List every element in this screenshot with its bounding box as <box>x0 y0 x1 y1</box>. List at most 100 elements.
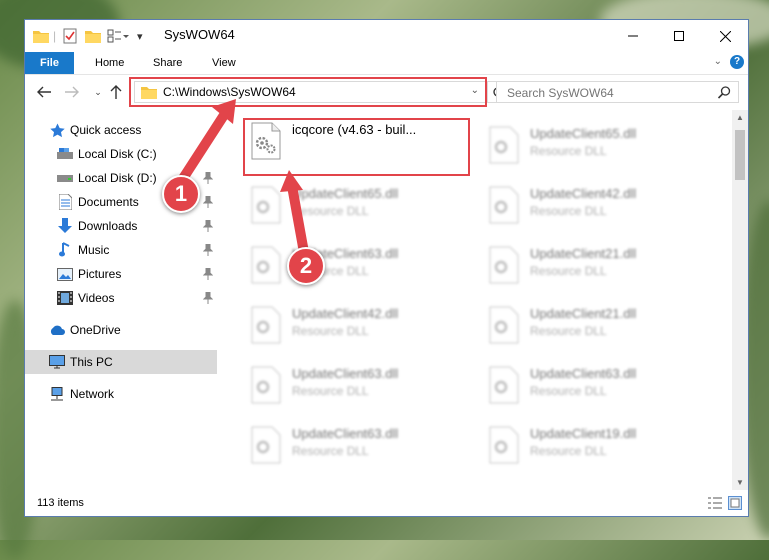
sidebar-item-pictures[interactable]: Pictures <box>25 262 217 286</box>
pin-icon[interactable] <box>203 196 213 208</box>
file-item[interactable]: UpdateClient63.dll Resource DLL <box>480 360 706 410</box>
sidebar-item-music[interactable]: Music <box>25 238 217 262</box>
up-button[interactable] <box>107 83 125 101</box>
help-icon[interactable]: ? <box>730 55 744 69</box>
pin-icon[interactable] <box>203 244 213 256</box>
scroll-down-icon[interactable]: ▼ <box>736 478 744 487</box>
sidebar-item-downloads[interactable]: Downloads <box>25 214 217 238</box>
sidebar-item-network[interactable]: Network <box>25 382 217 406</box>
ribbon-expand-icon[interactable]: ⌄ <box>714 56 722 67</box>
vertical-scrollbar[interactable]: ▲ ▼ <box>732 110 748 490</box>
music-note-icon <box>57 242 73 258</box>
address-bar[interactable]: C:\Windows\SysWOW64 ⌄ <box>134 81 486 103</box>
file-item[interactable]: UpdateClient63.dll Resource DLL <box>242 240 468 290</box>
file-item[interactable]: UpdateClient63.dll Resource DLL <box>242 420 468 470</box>
download-arrow-icon <box>57 218 73 234</box>
file-name: UpdateClient65.dll <box>292 186 399 201</box>
recent-locations-chevron-icon[interactable]: ⌄ <box>89 83 107 101</box>
file-item[interactable]: UpdateClient65.dll Resource DLL <box>242 180 468 230</box>
documents-icon <box>57 194 73 210</box>
pin-icon[interactable] <box>203 268 213 280</box>
file-type: Resource DLL <box>292 204 369 218</box>
sidebar-item-label: Music <box>78 243 110 257</box>
details-view-icon[interactable] <box>708 497 722 509</box>
sidebar-item-onedrive[interactable]: OneDrive <box>25 318 217 342</box>
file-name: icqcore (v4.63 - buil... <box>292 122 417 137</box>
minimize-button[interactable] <box>610 20 656 52</box>
pin-icon[interactable] <box>203 220 213 232</box>
scrollbar-thumb[interactable] <box>735 130 745 180</box>
dll-file-gear-icon <box>251 246 281 284</box>
file-item[interactable]: UpdateClient63.dll Resource DLL <box>242 360 468 410</box>
file-item[interactable]: UpdateClient21.dll Resource DLL <box>480 240 706 290</box>
sidebar-item-label: Local Disk (C:) <box>78 147 157 161</box>
tab-share[interactable]: Share <box>153 52 182 74</box>
file-name: UpdateClient63.dll <box>292 426 399 441</box>
tab-file[interactable]: File <box>25 52 74 74</box>
film-icon <box>57 290 73 306</box>
file-type: Resource DLL <box>530 204 607 218</box>
computer-icon <box>49 354 65 370</box>
forward-button[interactable] <box>63 83 81 101</box>
chevron-down-icon[interactable]: ▾ <box>137 27 143 45</box>
properties-icon[interactable] <box>63 27 77 45</box>
drive-icon <box>57 146 73 162</box>
dll-file-gear-icon <box>251 306 281 344</box>
sidebar-item-label: Network <box>70 387 115 401</box>
file-item[interactable]: UpdateClient19.dll Resource DLL <box>480 420 706 470</box>
file-item[interactable]: UpdateClient65.dll Resource DLL <box>480 120 706 170</box>
address-dropdown-chevron-icon[interactable]: ⌄ <box>471 85 479 96</box>
sidebar-item-label: OneDrive <box>70 323 121 337</box>
file-type: Resource DLL <box>530 264 607 278</box>
file-item[interactable]: UpdateClient42.dll Resource DLL <box>480 180 706 230</box>
sidebar-item-local-disk-c[interactable]: Local Disk (C:) <box>25 142 217 166</box>
back-arrow-icon <box>37 86 51 98</box>
dll-file-gear-icon <box>489 186 519 224</box>
minimize-icon <box>628 35 638 37</box>
file-name: UpdateClient21.dll <box>530 306 637 321</box>
pictures-icon <box>57 266 73 282</box>
file-type: Resource DLL <box>530 144 607 158</box>
pin-icon[interactable] <box>203 292 213 304</box>
sidebar-item-label: Videos <box>78 291 115 305</box>
close-icon <box>719 30 731 42</box>
pin-icon[interactable] <box>203 172 213 184</box>
customize-view-icon[interactable] <box>107 27 129 45</box>
sidebar-item-this-pc[interactable]: This PC <box>25 350 217 374</box>
file-name: UpdateClient65.dll <box>530 126 637 141</box>
new-folder-icon[interactable] <box>85 27 101 45</box>
sidebar-item-label: This PC <box>70 355 113 369</box>
file-item[interactable]: UpdateClient42.dll Resource DLL <box>242 300 468 350</box>
sidebar-item-label: Quick access <box>70 123 142 137</box>
file-item[interactable]: UpdateClient21.dll Resource DLL <box>480 300 706 350</box>
network-icon <box>49 386 65 402</box>
tab-view[interactable]: View <box>212 52 236 74</box>
address-row: ⌄ C:\Windows\SysWOW64 ⌄ <box>25 74 748 110</box>
maximize-icon <box>674 31 684 41</box>
ribbon: File Home Share View ⌄ ? <box>25 52 748 75</box>
up-arrow-icon <box>110 85 122 99</box>
dll-file-gear-icon <box>251 366 281 404</box>
navigation-pane: Quick access Local Disk (C:) Local Disk … <box>25 110 217 490</box>
sidebar-item-videos[interactable]: Videos <box>25 286 217 310</box>
dll-file-gear-icon <box>489 126 519 164</box>
status-bar: 113 items <box>25 490 748 516</box>
cloud-icon <box>49 322 65 338</box>
file-name: UpdateClient42.dll <box>530 186 637 201</box>
scroll-up-icon[interactable]: ▲ <box>736 113 744 122</box>
close-button[interactable] <box>702 20 748 52</box>
dll-file-gear-icon <box>489 246 519 284</box>
file-name: UpdateClient42.dll <box>292 306 399 321</box>
explorer-window: | ▾ SysWOW64 File Home Share View ⌄ ? ⌄ … <box>24 19 749 517</box>
sidebar-item-label: Local Disk (D:) <box>78 171 157 185</box>
search-box[interactable] <box>496 81 739 103</box>
callout-2: 2 <box>287 247 325 285</box>
tab-home[interactable]: Home <box>95 52 124 74</box>
sidebar-item-quick-access[interactable]: Quick access <box>25 118 217 142</box>
separator: | <box>53 29 57 43</box>
large-icons-view-icon[interactable] <box>728 496 742 510</box>
maximize-button[interactable] <box>656 20 702 52</box>
back-button[interactable] <box>35 83 53 101</box>
file-item-icqcore[interactable]: icqcore (v4.63 - buil... <box>242 116 468 166</box>
search-input[interactable] <box>505 85 709 101</box>
